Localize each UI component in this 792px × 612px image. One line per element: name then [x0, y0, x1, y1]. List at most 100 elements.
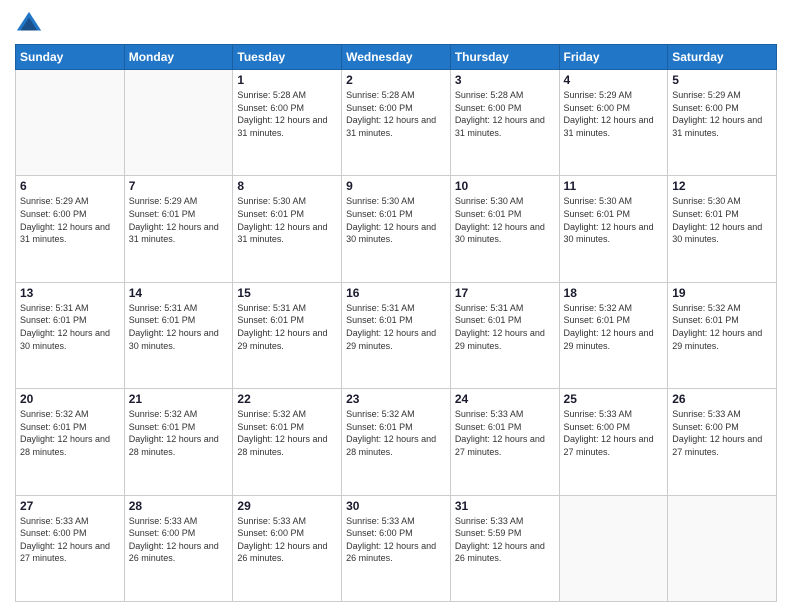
week-row-3: 20 Sunrise: 5:32 AMSunset: 6:01 PMDayligh…: [16, 389, 777, 495]
calendar-cell: [559, 495, 668, 601]
calendar-cell: 11 Sunrise: 5:30 AMSunset: 6:01 PMDayligh…: [559, 176, 668, 282]
weekday-header-monday: Monday: [124, 45, 233, 70]
week-row-0: 1Sunrise: 5:28 AMSunset: 6:00 PMDaylight…: [16, 70, 777, 176]
day-info: Sunrise: 5:29 AMSunset: 6:00 PMDaylight:…: [20, 195, 120, 245]
weekday-header-thursday: Thursday: [450, 45, 559, 70]
week-row-1: 6 Sunrise: 5:29 AMSunset: 6:00 PMDaylight…: [16, 176, 777, 282]
day-info: Sunrise: 5:32 AMSunset: 6:01 PMDaylight:…: [20, 408, 120, 458]
calendar-cell: 30 Sunrise: 5:33 AMSunset: 6:00 PMDayligh…: [342, 495, 451, 601]
logo-icon: [15, 10, 43, 38]
calendar-cell: 14Sunrise: 5:31 AMSunset: 6:01 PMDayligh…: [124, 282, 233, 388]
day-number: 11: [564, 179, 664, 193]
day-number: 28: [129, 499, 229, 513]
calendar-cell: 8 Sunrise: 5:30 AMSunset: 6:01 PMDaylight…: [233, 176, 342, 282]
day-info: Sunrise: 5:30 AMSunset: 6:01 PMDaylight:…: [346, 195, 446, 245]
day-number: 26: [672, 392, 772, 406]
day-number: 25: [564, 392, 664, 406]
day-number: 29: [237, 499, 337, 513]
day-number: 23: [346, 392, 446, 406]
day-info: Sunrise: 5:32 AMSunset: 6:01 PMDaylight:…: [672, 302, 772, 352]
day-info: Sunrise: 5:33 AMSunset: 6:00 PMDaylight:…: [672, 408, 772, 458]
day-info: Sunrise: 5:28 AMSunset: 6:00 PMDaylight:…: [346, 89, 446, 139]
day-info: Sunrise: 5:28 AMSunset: 6:00 PMDaylight:…: [237, 89, 337, 139]
day-info: Sunrise: 5:31 AMSunset: 6:01 PMDaylight:…: [237, 302, 337, 352]
day-info: Sunrise: 5:33 AMSunset: 6:00 PMDaylight:…: [346, 515, 446, 565]
weekday-header-tuesday: Tuesday: [233, 45, 342, 70]
calendar-cell: 21 Sunrise: 5:32 AMSunset: 6:01 PMDayligh…: [124, 389, 233, 495]
calendar-cell: 27Sunrise: 5:33 AMSunset: 6:00 PMDayligh…: [16, 495, 125, 601]
day-info: Sunrise: 5:33 AMSunset: 6:00 PMDaylight:…: [564, 408, 664, 458]
day-info: Sunrise: 5:30 AMSunset: 6:01 PMDaylight:…: [564, 195, 664, 245]
day-number: 20: [20, 392, 120, 406]
page: SundayMondayTuesdayWednesdayThursdayFrid…: [0, 0, 792, 612]
weekday-header-sunday: Sunday: [16, 45, 125, 70]
day-number: 16: [346, 286, 446, 300]
day-number: 7: [129, 179, 229, 193]
calendar-cell: 9 Sunrise: 5:30 AMSunset: 6:01 PMDaylight…: [342, 176, 451, 282]
day-number: 21: [129, 392, 229, 406]
day-info: Sunrise: 5:31 AMSunset: 6:01 PMDaylight:…: [455, 302, 555, 352]
day-number: 27: [20, 499, 120, 513]
calendar-body: 1Sunrise: 5:28 AMSunset: 6:00 PMDaylight…: [16, 70, 777, 602]
day-info: Sunrise: 5:31 AMSunset: 6:01 PMDaylight:…: [346, 302, 446, 352]
calendar-cell: 22Sunrise: 5:32 AMSunset: 6:01 PMDayligh…: [233, 389, 342, 495]
calendar-cell: [16, 70, 125, 176]
day-number: 4: [564, 73, 664, 87]
calendar-cell: 3 Sunrise: 5:28 AMSunset: 6:00 PMDaylight…: [450, 70, 559, 176]
day-number: 10: [455, 179, 555, 193]
calendar-cell: [668, 495, 777, 601]
calendar-cell: 12 Sunrise: 5:30 AMSunset: 6:01 PMDayligh…: [668, 176, 777, 282]
header: [15, 10, 777, 38]
day-info: Sunrise: 5:29 AMSunset: 6:01 PMDaylight:…: [129, 195, 229, 245]
calendar-cell: 17 Sunrise: 5:31 AMSunset: 6:01 PMDayligh…: [450, 282, 559, 388]
day-info: Sunrise: 5:30 AMSunset: 6:01 PMDaylight:…: [455, 195, 555, 245]
calendar-cell: 15 Sunrise: 5:31 AMSunset: 6:01 PMDayligh…: [233, 282, 342, 388]
day-info: Sunrise: 5:33 AMSunset: 6:01 PMDaylight:…: [455, 408, 555, 458]
week-row-4: 27 Sunrise: 5:33 AMSunset: 6:00 PMDayligh…: [16, 495, 777, 601]
calendar-cell: 23 Sunrise: 5:32 AMSunset: 6:01 PMDayligh…: [342, 389, 451, 495]
day-number: 9: [346, 179, 446, 193]
day-info: Sunrise: 5:29 AMSunset: 6:00 PMDaylight:…: [564, 89, 664, 139]
day-number: 2: [346, 73, 446, 87]
calendar-cell: 24 Sunrise: 5:33 AMSunset: 6:01 PMDayligh…: [450, 389, 559, 495]
day-number: 31: [455, 499, 555, 513]
day-number: 18: [564, 286, 664, 300]
calendar-header: SundayMondayTuesdayWednesdayThursdayFrid…: [16, 45, 777, 70]
weekday-header-saturday: Saturday: [668, 45, 777, 70]
day-number: 3: [455, 73, 555, 87]
day-info: Sunrise: 5:32 AMSunset: 6:01 PMDaylight:…: [346, 408, 446, 458]
day-number: 8: [237, 179, 337, 193]
day-number: 17: [455, 286, 555, 300]
calendar-cell: 6 Sunrise: 5:29 AMSunset: 6:00 PMDaylight…: [16, 176, 125, 282]
day-number: 19: [672, 286, 772, 300]
day-number: 30: [346, 499, 446, 513]
calendar-cell: 4 Sunrise: 5:29 AMSunset: 6:00 PMDaylight…: [559, 70, 668, 176]
calendar-cell: 20 Sunrise: 5:32 AMSunset: 6:01 PMDayligh…: [16, 389, 125, 495]
day-info: Sunrise: 5:30 AMSunset: 6:01 PMDaylight:…: [672, 195, 772, 245]
day-info: Sunrise: 5:33 AMSunset: 6:00 PMDaylight:…: [237, 515, 337, 565]
day-info: Sunrise: 5:32 AMSunset: 6:01 PMDaylight:…: [237, 408, 337, 458]
day-number: 15: [237, 286, 337, 300]
day-info: Sunrise: 5:29 AMSunset: 6:00 PMDaylight:…: [672, 89, 772, 139]
day-number: 6: [20, 179, 120, 193]
day-info: Sunrise: 5:32 AMSunset: 6:01 PMDaylight:…: [129, 408, 229, 458]
day-number: 12: [672, 179, 772, 193]
calendar-cell: 7 Sunrise: 5:29 AMSunset: 6:01 PMDaylight…: [124, 176, 233, 282]
weekday-header-wednesday: Wednesday: [342, 45, 451, 70]
calendar-cell: 5 Sunrise: 5:29 AMSunset: 6:00 PMDaylight…: [668, 70, 777, 176]
day-number: 5: [672, 73, 772, 87]
weekday-header-row: SundayMondayTuesdayWednesdayThursdayFrid…: [16, 45, 777, 70]
day-info: Sunrise: 5:31 AMSunset: 6:01 PMDaylight:…: [20, 302, 120, 352]
day-number: 24: [455, 392, 555, 406]
weekday-header-friday: Friday: [559, 45, 668, 70]
calendar-cell: 2 Sunrise: 5:28 AMSunset: 6:00 PMDaylight…: [342, 70, 451, 176]
day-info: Sunrise: 5:30 AMSunset: 6:01 PMDaylight:…: [237, 195, 337, 245]
calendar-cell: 29 Sunrise: 5:33 AMSunset: 6:00 PMDayligh…: [233, 495, 342, 601]
calendar-cell: 25 Sunrise: 5:33 AMSunset: 6:00 PMDayligh…: [559, 389, 668, 495]
day-info: Sunrise: 5:31 AMSunset: 6:01 PMDaylight:…: [129, 302, 229, 352]
day-info: Sunrise: 5:28 AMSunset: 6:00 PMDaylight:…: [455, 89, 555, 139]
calendar-cell: 28Sunrise: 5:33 AMSunset: 6:00 PMDayligh…: [124, 495, 233, 601]
calendar-cell: 31Sunrise: 5:33 AMSunset: 5:59 PMDayligh…: [450, 495, 559, 601]
day-info: Sunrise: 5:32 AMSunset: 6:01 PMDaylight:…: [564, 302, 664, 352]
calendar-cell: 26 Sunrise: 5:33 AMSunset: 6:00 PMDayligh…: [668, 389, 777, 495]
